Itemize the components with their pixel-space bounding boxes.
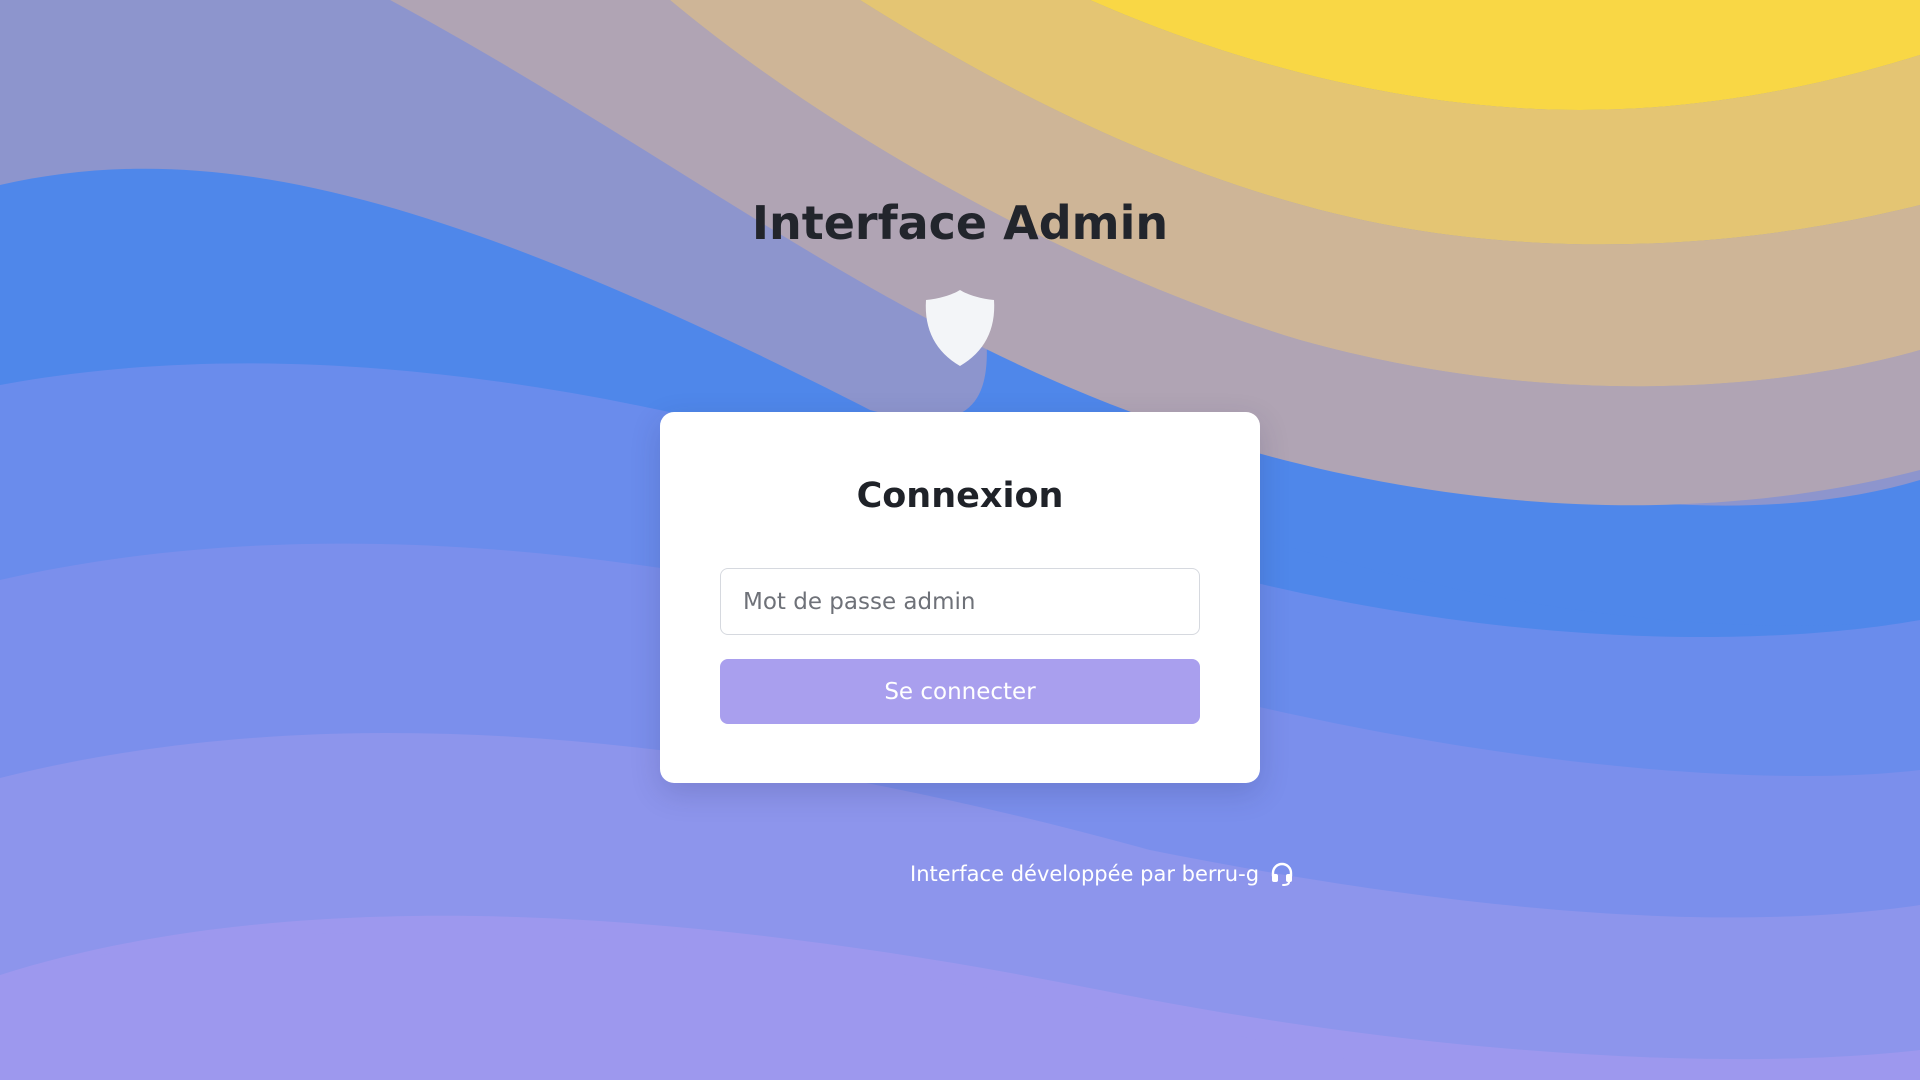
page-title: Interface Admin (751, 196, 1169, 250)
footer-credit: Interface développée par berru-g (910, 860, 1295, 888)
shield-icon (925, 290, 995, 366)
login-card: Connexion Se connecter (660, 412, 1260, 783)
headset-icon (1271, 862, 1293, 886)
password-input[interactable] (720, 568, 1200, 635)
login-button[interactable]: Se connecter (720, 659, 1200, 724)
footer-credit-text: Interface développée par berru-g (910, 862, 1260, 886)
login-card-title: Connexion (856, 476, 1064, 516)
